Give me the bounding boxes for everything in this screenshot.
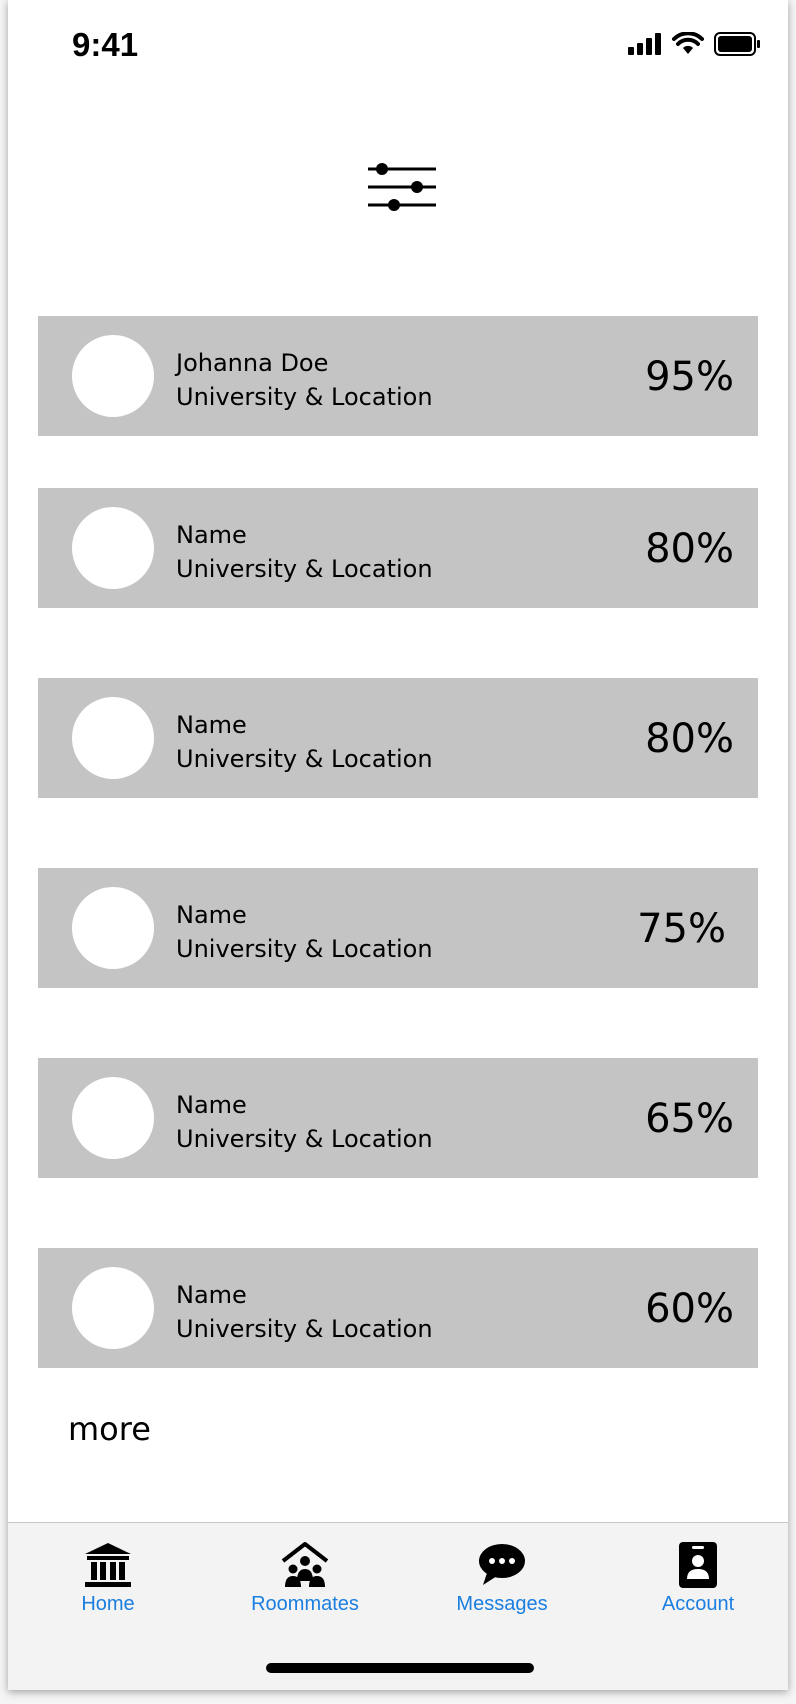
battery-icon [714,32,760,56]
match-percentage: 75% [637,906,726,952]
match-name: Name [176,521,247,549]
house-people-icon [281,1542,329,1587]
match-name: Name [176,711,247,739]
sliders-icon [368,163,436,211]
tab-roommates[interactable]: Roommates [215,1541,395,1616]
match-percentage: 60% [645,1286,734,1332]
cellular-signal-icon [628,33,661,55]
match-name: Name [176,901,247,929]
tab-label: Account [661,1593,735,1615]
tab-label: Roommates [251,1593,359,1615]
match-name: Johanna Doe [176,349,329,377]
match-percentage: 65% [645,1096,734,1142]
tab-messages[interactable]: Messages [412,1541,592,1616]
match-percentage: 80% [645,526,734,572]
match-university-location: University & Location [176,745,433,773]
match-card[interactable]: Name University & Location 80% [38,678,758,798]
status-bar: 9:41 [8,0,788,90]
match-university-location: University & Location [176,935,433,963]
tab-label: Messages [456,1593,548,1615]
match-university-location: University & Location [176,1315,433,1343]
match-card[interactable]: Name University & Location 75% [38,868,758,988]
avatar [72,1077,154,1159]
id-badge-icon [679,1542,717,1588]
tab-bar: Home Roommates Messages Account [8,1522,788,1690]
status-time: 9:41 [72,26,139,63]
avatar [72,507,154,589]
match-university-location: University & Location [176,555,433,583]
match-card[interactable]: Name University & Location 60% [38,1248,758,1368]
avatar [72,887,154,969]
avatar [72,335,154,417]
match-name: Name [176,1281,247,1309]
match-card[interactable]: Name University & Location 65% [38,1058,758,1178]
tab-home[interactable]: Home [18,1541,198,1616]
avatar [72,697,154,779]
match-university-location: University & Location [176,383,433,411]
wifi-icon [672,32,704,54]
match-university-location: University & Location [176,1125,433,1153]
tab-label: Home [81,1593,135,1615]
phone-screen: 9:41 Johanna Doe University & Location 9… [8,0,788,1690]
filter-button[interactable] [364,160,440,218]
tab-account[interactable]: Account [608,1541,788,1616]
match-card[interactable]: Name University & Location 80% [38,488,758,608]
status-icons [628,32,762,56]
match-name: Name [176,1091,247,1119]
match-percentage: 80% [645,716,734,762]
more-link[interactable]: more [68,1410,151,1448]
avatar [72,1267,154,1349]
bank-icon [85,1543,131,1587]
chat-bubble-icon [479,1544,525,1585]
match-card[interactable]: Johanna Doe University & Location 95% [38,316,758,436]
match-percentage: 95% [645,354,734,400]
home-indicator[interactable] [266,1663,534,1673]
